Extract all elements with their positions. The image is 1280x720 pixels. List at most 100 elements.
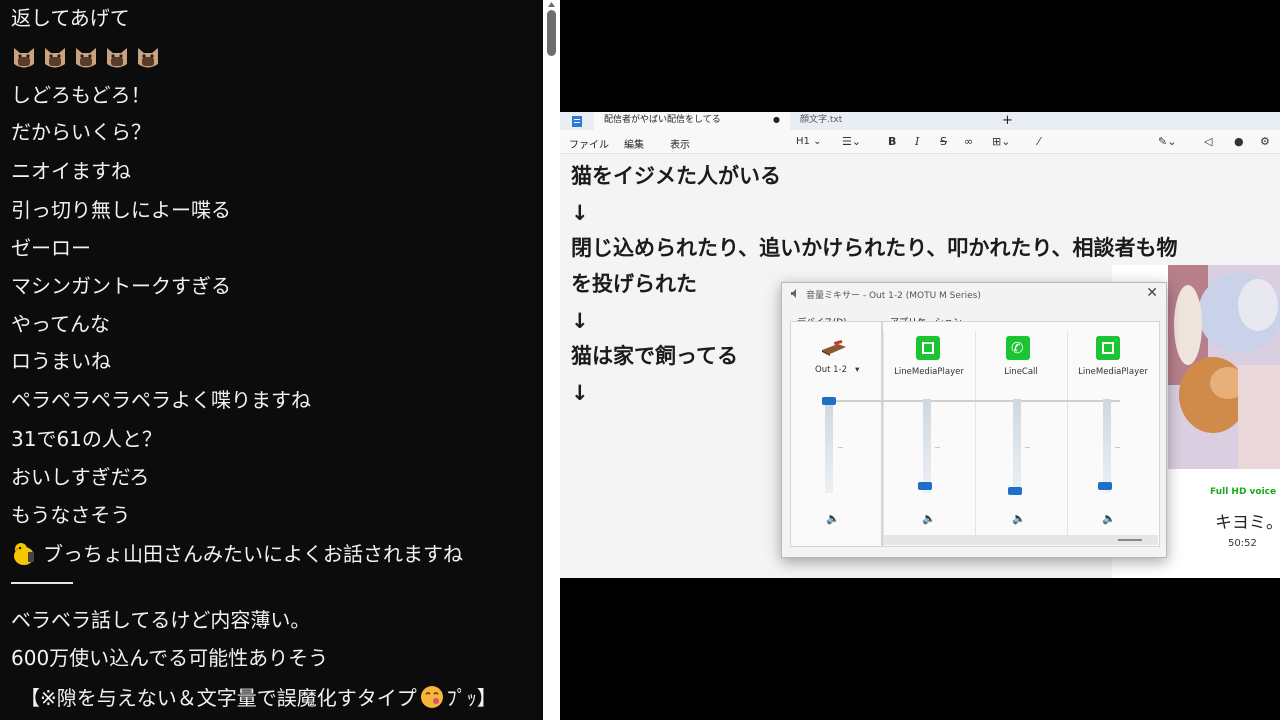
app-name: LineCall	[1004, 367, 1038, 377]
tab-active-document[interactable]: 配信者がやばい配信をしてる ●	[594, 112, 790, 130]
italic-icon[interactable]: I	[915, 135, 919, 148]
cat-emoji-icon	[138, 48, 158, 68]
chat-message: 31で61の人と？	[11, 427, 162, 451]
app2-volume-track[interactable]	[1013, 399, 1021, 493]
call-duration: 50:52	[1228, 538, 1257, 549]
chat-message: ニオイますね	[11, 159, 131, 183]
notepad-app-icon	[572, 116, 582, 127]
app-name: LineMediaPlayer	[894, 367, 964, 377]
document-line: ↓	[571, 309, 589, 333]
volume-mixer-window: 音量ミキサー - Out 1-2 (MOTU M Series) ✕ デバイス(…	[781, 282, 1167, 558]
app1-volume-slider[interactable]	[918, 481, 932, 490]
menu-bar: ファイル 編集 表示 H1 ⌄ ☰⌄ B I S ∞ ⊞⌄ ⁄ ✎⌄ ◁ ● ⚙	[560, 130, 1280, 154]
caller-name: キヨミ。	[1215, 513, 1280, 533]
device-volume-slider[interactable]	[822, 397, 836, 405]
app3-volume-slider[interactable]	[1098, 481, 1112, 490]
chat-message: マシンガントークすぎる	[11, 274, 231, 298]
chat-message-with-emoji: ブっちょ山田さんみたいによくお話されますね	[11, 540, 463, 566]
document-line: ↓	[571, 201, 589, 225]
document-line: 猫は家で飼ってる	[571, 344, 738, 368]
slider-tick	[838, 447, 843, 448]
strikethrough-icon[interactable]: S	[940, 135, 947, 148]
new-tab-button[interactable]: +	[1002, 112, 1016, 130]
chat-scrollbar-thumb[interactable]	[547, 10, 556, 56]
chat-message: おいしすぎだろ	[11, 465, 150, 489]
audio-device-icon	[822, 339, 846, 356]
scroll-up-arrow-icon[interactable]	[547, 0, 556, 8]
chick-emoji-icon	[14, 543, 34, 565]
separator-line	[11, 582, 73, 584]
device-name: Out 1-2	[815, 365, 847, 375]
heading-select[interactable]: H1 ⌄	[796, 136, 821, 147]
chat-message: ロうまいね	[11, 349, 111, 373]
slider-tick	[1025, 447, 1030, 448]
chat-message: 600万使い込んでる可能性ありそう	[11, 646, 329, 670]
app1-mute-speaker-icon[interactable]: 🔈	[922, 512, 936, 525]
account-icon[interactable]: ●	[1234, 135, 1244, 148]
heading-select-value: H1	[796, 136, 810, 147]
device-select[interactable]: Out 1-2 ▾	[815, 365, 859, 375]
tab-kaomoji-file[interactable]: 顔文字.txt	[798, 112, 988, 130]
menu-view[interactable]: 表示	[670, 136, 690, 151]
copilot-icon[interactable]: ✎⌄	[1158, 135, 1176, 148]
app1-volume-track[interactable]	[923, 399, 931, 493]
app3-volume-track[interactable]	[1103, 399, 1111, 493]
bold-icon[interactable]: B	[888, 135, 896, 148]
cat-emoji-icon	[107, 48, 127, 68]
clear-format-icon[interactable]: ⁄	[1038, 135, 1040, 148]
app3-mute-speaker-icon[interactable]: 🔈	[1102, 512, 1116, 525]
webcam-video-image	[1168, 265, 1280, 469]
device-mute-speaker-icon[interactable]: 🔈	[826, 512, 840, 525]
chat-panel: 返してあげて しどろもどろ！ だからいくら？ ニオイますね 引っ切り無しによー喋…	[0, 0, 543, 720]
chat-message: だからいくら？	[11, 120, 151, 144]
cat-emoji-icon	[76, 48, 96, 68]
mixer-title-bar: 音量ミキサー - Out 1-2 (MOTU M Series) ✕	[782, 283, 1166, 305]
cat-emoji-icon	[45, 48, 65, 68]
line-call-phone-icon: ✆	[1006, 336, 1030, 360]
line-media-player-icon	[916, 336, 940, 360]
chat-message: しどろもどろ！	[11, 83, 151, 107]
document-line: 閉じ込められたり、追いかけられたり、叩かれたり、相談者も物	[571, 236, 1178, 260]
unsaved-dot-icon[interactable]: ●	[773, 112, 780, 128]
table-icon[interactable]: ⊞⌄	[992, 135, 1010, 148]
chat-message-text: ﾌﾟｯ】	[446, 686, 497, 710]
close-icon[interactable]: ✕	[1146, 285, 1158, 301]
master-volume-line	[830, 400, 1120, 402]
chat-message: もうなさそう	[11, 503, 131, 527]
menu-file[interactable]: ファイル	[569, 136, 609, 151]
slider-tick	[1115, 447, 1120, 448]
document-line: ↓	[571, 381, 589, 405]
webcam-quality-label: Full HD voice	[1210, 487, 1277, 497]
chat-message-with-emoji: 【※隙を与えない＆文字量で誤魔化すタイプ ﾌﾟｯ】	[20, 684, 497, 710]
scrollbar-grip[interactable]	[1118, 539, 1142, 541]
speaker-app-icon	[791, 289, 796, 298]
chat-message-text: 【※隙を与えない＆文字量で誤魔化すタイプ	[20, 686, 417, 710]
app2-mute-speaker-icon[interactable]: 🔈	[1012, 512, 1026, 525]
device-volume-track[interactable]	[825, 399, 833, 493]
chat-message: ゼーロー	[11, 236, 91, 260]
mixer-horizontal-scrollbar[interactable]	[884, 535, 1158, 545]
smirk-face-emoji-icon	[420, 686, 443, 708]
megaphone-icon[interactable]: ◁	[1204, 135, 1212, 148]
tab-bar: 配信者がやばい配信をしてる ● 顔文字.txt +	[560, 112, 1280, 130]
chat-message: ベラベラ話してるけど内容薄い。	[11, 608, 311, 632]
link-icon[interactable]: ∞	[964, 135, 973, 148]
document-line: 猫をイジメた人がいる	[571, 164, 781, 188]
cat-emoji-icon	[14, 48, 34, 68]
line-media-player-icon	[1096, 336, 1120, 360]
menu-edit[interactable]: 編集	[624, 136, 644, 151]
chat-message-text: ブっちょ山田さんみたいによくお話されますね	[43, 542, 463, 566]
app-name: LineMediaPlayer	[1078, 367, 1148, 377]
mixer-title: 音量ミキサー - Out 1-2 (MOTU M Series)	[806, 291, 981, 301]
chat-message: 引っ切り無しによー喋る	[11, 198, 231, 222]
list-icon[interactable]: ☰⌄	[842, 135, 861, 148]
settings-gear-icon[interactable]: ⚙	[1260, 135, 1270, 148]
document-line: を投げられた	[571, 272, 697, 296]
tab-label: 配信者がやばい配信をしてる	[604, 115, 721, 125]
chat-scrollbar[interactable]	[543, 0, 560, 720]
chat-message: ペラペラペラペラよく喋りますね	[11, 388, 311, 412]
cat-emoji-row	[11, 45, 161, 71]
app2-volume-slider[interactable]	[1008, 487, 1022, 496]
chat-message: やってんな	[11, 312, 110, 336]
slider-tick	[935, 447, 940, 448]
